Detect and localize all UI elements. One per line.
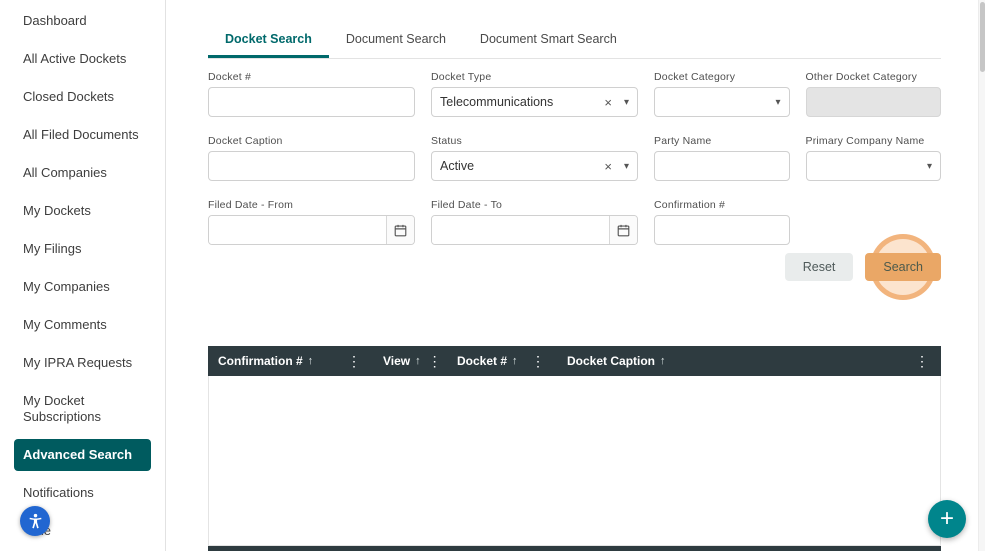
column-confirmation-number: Confirmation # ↑ ⋮ [208,346,373,376]
confirmation-number-label: Confirmation # [654,199,790,211]
sidebar-item-all-companies[interactable]: All Companies [0,154,165,192]
column-menu-icon[interactable]: ⋮ [913,353,931,370]
party-name-label: Party Name [654,135,790,147]
sort-asc-icon[interactable]: ↑ [415,355,421,367]
sidebar-item-all-filed-documents[interactable]: All Filed Documents [0,116,165,154]
status-value: Active [440,159,598,173]
clear-icon[interactable]: × [598,95,618,110]
sort-asc-icon[interactable]: ↑ [660,355,666,367]
sidebar-item-my-comments[interactable]: My Comments [0,306,165,344]
sidebar: Dashboard All Active Dockets Closed Dock… [0,0,166,551]
field-party-name: Party Name [654,135,790,181]
column-menu-icon[interactable]: ⋮ [426,353,444,370]
filed-date-to-label: Filed Date - To [431,199,638,211]
filed-date-to-input[interactable] [432,216,609,244]
docket-category-label: Docket Category [654,71,790,83]
filed-date-to-datepicker [431,215,638,245]
column-docket-caption: Docket Caption ↑ ⋮ [557,346,941,376]
results-table: Confirmation # ↑ ⋮ View ↑ ⋮ Docket # ↑ ⋮… [208,346,941,551]
field-primary-company-name: Primary Company Name ▾ [806,135,942,181]
field-other-docket-category: Other Docket Category [806,71,942,117]
field-confirmation-number: Confirmation # [654,199,790,245]
add-button[interactable]: + [928,500,966,538]
docket-caption-label: Docket Caption [208,135,415,147]
field-filed-date-from: Filed Date - From [208,199,415,245]
sidebar-item-notifications[interactable]: Notifications [0,474,165,512]
field-docket-number: Docket # [208,71,415,117]
filed-date-from-datepicker [208,215,415,245]
chevron-down-icon: ▾ [618,97,629,108]
filed-date-from-input[interactable] [209,216,386,244]
primary-company-name-label: Primary Company Name [806,135,942,147]
accessibility-icon [26,512,45,531]
sidebar-item-my-ipra-requests[interactable]: My IPRA Requests [0,344,165,382]
sidebar-item-my-filings[interactable]: My Filings [0,230,165,268]
status-label: Status [431,135,638,147]
sidebar-item-all-active-dockets[interactable]: All Active Dockets [0,40,165,78]
column-label: Confirmation # [218,354,303,368]
column-docket-number: Docket # ↑ ⋮ [447,346,557,376]
docket-search-form: Docket # Docket Type Telecommunications … [208,71,941,245]
calendar-icon[interactable] [386,216,414,244]
docket-category-select[interactable]: ▾ [654,87,790,117]
column-menu-icon[interactable]: ⋮ [345,353,363,370]
party-name-input[interactable] [654,151,790,181]
docket-type-select[interactable]: Telecommunications × ▾ [431,87,638,117]
tab-document-smart-search[interactable]: Document Smart Search [463,24,634,58]
field-status: Status Active × ▾ [431,135,638,181]
search-tabs: Docket Search Document Search Document S… [208,24,941,59]
column-label: Docket Caption [567,354,655,368]
docket-type-label: Docket Type [431,71,638,83]
column-view: View ↑ ⋮ [373,346,447,376]
form-actions: Reset Search [208,253,941,281]
docket-type-value: Telecommunications [440,95,598,109]
sidebar-item-my-docket-subscriptions[interactable]: My Docket Subscriptions [0,382,165,436]
confirmation-number-input[interactable] [654,215,790,245]
primary-company-name-select[interactable]: ▾ [806,151,942,181]
status-select[interactable]: Active × ▾ [431,151,638,181]
column-label: View [383,354,410,368]
other-docket-category-label: Other Docket Category [806,71,942,83]
field-docket-type: Docket Type Telecommunications × ▾ [431,71,638,117]
sidebar-item-advanced-search[interactable]: Advanced Search [14,439,151,471]
grid-spacer [806,199,942,245]
search-button[interactable]: Search [865,253,941,281]
column-menu-icon[interactable]: ⋮ [529,353,547,370]
column-label: Docket # [457,354,507,368]
field-docket-category: Docket Category ▾ [654,71,790,117]
docket-number-input[interactable] [208,87,415,117]
app-window: Dashboard All Active Dockets Closed Dock… [0,0,985,551]
docket-caption-input[interactable] [208,151,415,181]
calendar-icon[interactable] [609,216,637,244]
other-docket-category-input [806,87,942,117]
results-table-body [208,376,941,546]
sidebar-item-closed-dockets[interactable]: Closed Dockets [0,78,165,116]
search-button-wrap: Search [865,253,941,281]
filed-date-from-label: Filed Date - From [208,199,415,211]
field-docket-caption: Docket Caption [208,135,415,181]
field-filed-date-to: Filed Date - To [431,199,638,245]
docket-number-label: Docket # [208,71,415,83]
sidebar-item-my-companies[interactable]: My Companies [0,268,165,306]
scrollbar-thumb[interactable] [980,2,985,72]
chevron-down-icon: ▾ [769,97,780,108]
clear-icon[interactable]: × [598,159,618,174]
page-scrollbar [978,0,985,551]
results-table-footer [208,546,941,551]
chevron-down-icon: ▾ [921,161,932,172]
plus-icon: + [940,507,954,531]
tab-document-search[interactable]: Document Search [329,24,463,58]
sort-asc-icon[interactable]: ↑ [308,355,314,367]
accessibility-button[interactable] [20,506,50,536]
tab-docket-search[interactable]: Docket Search [208,24,329,58]
sidebar-item-my-dockets[interactable]: My Dockets [0,192,165,230]
reset-button[interactable]: Reset [785,253,854,281]
sort-asc-icon[interactable]: ↑ [512,355,518,367]
results-table-header: Confirmation # ↑ ⋮ View ↑ ⋮ Docket # ↑ ⋮… [208,346,941,376]
sidebar-item-dashboard[interactable]: Dashboard [0,2,165,40]
chevron-down-icon: ▾ [618,161,629,172]
